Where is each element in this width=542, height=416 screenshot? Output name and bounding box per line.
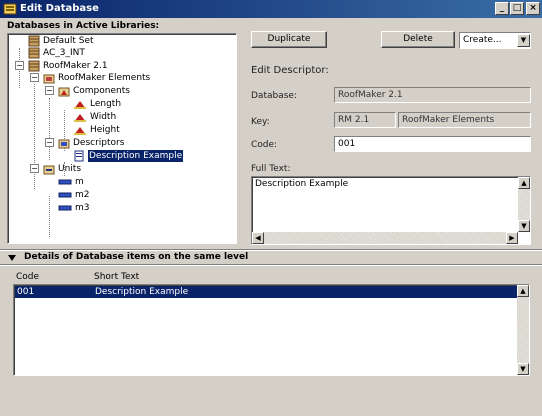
full-text-value: Description Example — [255, 179, 349, 189]
code-input[interactable]: 001 — [334, 136, 531, 152]
tree-node-descriptors[interactable]: − Descriptors — [40, 137, 230, 149]
database-app-icon — [3, 3, 17, 15]
tree-node-roofmaker[interactable]: − RoofMaker 2.1 — [10, 60, 230, 72]
tree-node-height[interactable]: Height — [55, 124, 230, 136]
component-icon — [74, 101, 86, 109]
section-divider — [0, 264, 542, 266]
units-folder-icon — [43, 165, 55, 175]
maximize-button[interactable]: □ — [510, 2, 524, 15]
window-title: Edit Database — [20, 3, 99, 14]
descriptor-icon — [74, 150, 84, 162]
tree-label: Default Set — [43, 36, 94, 46]
tree-label: Components — [73, 86, 130, 96]
tree-label: Units — [58, 164, 82, 174]
scroll-right-icon[interactable]: ▶ — [506, 232, 518, 244]
close-button[interactable]: × — [526, 2, 540, 15]
edit-descriptor-heading: Edit Descriptor: — [251, 65, 329, 76]
tree-node-unit-m3[interactable]: m3 — [40, 202, 230, 214]
tree-node-default-set[interactable]: Default Set — [10, 35, 230, 47]
row-code: 001 — [17, 287, 35, 297]
components-folder-icon — [58, 87, 70, 97]
tree-node-roofmaker-elements[interactable]: − RoofMaker Elements — [25, 72, 230, 84]
delete-button[interactable]: Delete — [381, 31, 455, 48]
collapse-toggle[interactable]: − — [45, 138, 54, 147]
unit-icon — [58, 205, 72, 211]
collapse-toggle[interactable]: − — [30, 73, 39, 82]
tree-node-length[interactable]: Length — [55, 98, 230, 110]
tree-label: m2 — [75, 190, 90, 200]
tree-node-units[interactable]: − Units — [25, 163, 230, 175]
key-name-field: RoofMaker Elements — [398, 112, 531, 128]
component-icon — [74, 127, 86, 135]
tree-label: Description Example — [86, 149, 185, 163]
tree-label: Length — [90, 99, 122, 109]
database-label: Database: — [251, 91, 297, 101]
tree-label: RoofMaker 2.1 — [43, 61, 108, 71]
full-text-textarea[interactable]: Description Example ▲ ▼ ◀ ▶ — [251, 176, 531, 245]
section-divider — [0, 249, 542, 251]
database-icon — [28, 60, 40, 72]
component-icon — [74, 114, 86, 122]
tree-node-description-example[interactable]: Description Example — [55, 149, 230, 163]
tree-node-unit-m[interactable]: m — [40, 176, 230, 188]
full-text-hscrollbar[interactable]: ◀ ▶ — [252, 232, 518, 244]
tree-label: Height — [90, 125, 120, 135]
tree-label: RoofMaker Elements — [58, 73, 151, 83]
database-field: RoofMaker 2.1 — [334, 87, 531, 103]
collapse-details-icon[interactable] — [7, 253, 17, 263]
database-icon — [28, 35, 40, 47]
details-vscrollbar[interactable]: ▲ ▼ — [517, 285, 529, 375]
unit-icon — [58, 179, 72, 185]
collapse-toggle[interactable]: − — [45, 86, 54, 95]
create-dropdown-value: Create... — [463, 35, 502, 45]
row-short-text: Description Example — [95, 287, 189, 297]
database-tree[interactable]: Default Set AC_3_INT − RoofMaker 2.1 − R… — [7, 33, 237, 244]
full-text-label: Full Text: — [251, 164, 291, 174]
edit-database-window: Edit Database _ □ × Databases in Active … — [0, 0, 542, 416]
tree-label: AC_3_INT — [43, 48, 85, 58]
code-label: Code: — [251, 140, 278, 150]
scroll-up-icon[interactable]: ▲ — [518, 177, 530, 189]
create-dropdown[interactable]: Create... ▼ — [459, 32, 531, 49]
collapse-toggle[interactable]: − — [30, 164, 39, 173]
details-header: Details of Database items on the same le… — [24, 252, 249, 262]
column-header-short-text[interactable]: Short Text — [94, 272, 139, 282]
scroll-left-icon[interactable]: ◀ — [252, 232, 264, 244]
tree-label: m — [75, 177, 84, 187]
tree-node-components[interactable]: − Components — [40, 85, 230, 97]
tree-node-ac-int[interactable]: AC_3_INT — [10, 47, 230, 59]
tree-node-unit-m2[interactable]: m2 — [40, 189, 230, 201]
tree-label: m3 — [75, 203, 90, 213]
scroll-down-icon[interactable]: ▼ — [517, 363, 529, 375]
scroll-down-icon[interactable]: ▼ — [518, 220, 530, 232]
descriptors-folder-icon — [58, 139, 70, 149]
duplicate-button[interactable]: Duplicate — [251, 31, 327, 48]
tree-label: Width — [90, 112, 117, 122]
scroll-up-icon[interactable]: ▲ — [517, 285, 529, 297]
databases-panel-label: Databases in Active Libraries: — [7, 21, 160, 31]
database-icon — [28, 47, 40, 59]
tree-node-width[interactable]: Width — [55, 111, 230, 123]
minimize-button[interactable]: _ — [495, 2, 509, 15]
table-row[interactable]: 001 Description Example — [15, 286, 517, 298]
column-header-code[interactable]: Code — [16, 272, 39, 282]
unit-icon — [58, 192, 72, 198]
details-list[interactable]: 001 Description Example ▲ ▼ — [13, 284, 530, 376]
key-label: Key: — [251, 117, 270, 127]
collapse-toggle[interactable]: − — [15, 61, 24, 70]
title-bar[interactable]: Edit Database _ □ × — [0, 0, 542, 18]
dropdown-arrow-icon[interactable]: ▼ — [517, 34, 530, 47]
folder-icon — [43, 74, 55, 84]
tree-label: Descriptors — [73, 138, 125, 148]
full-text-vscrollbar[interactable]: ▲ ▼ — [518, 177, 530, 232]
key-code-field: RM 2.1 — [334, 112, 396, 128]
